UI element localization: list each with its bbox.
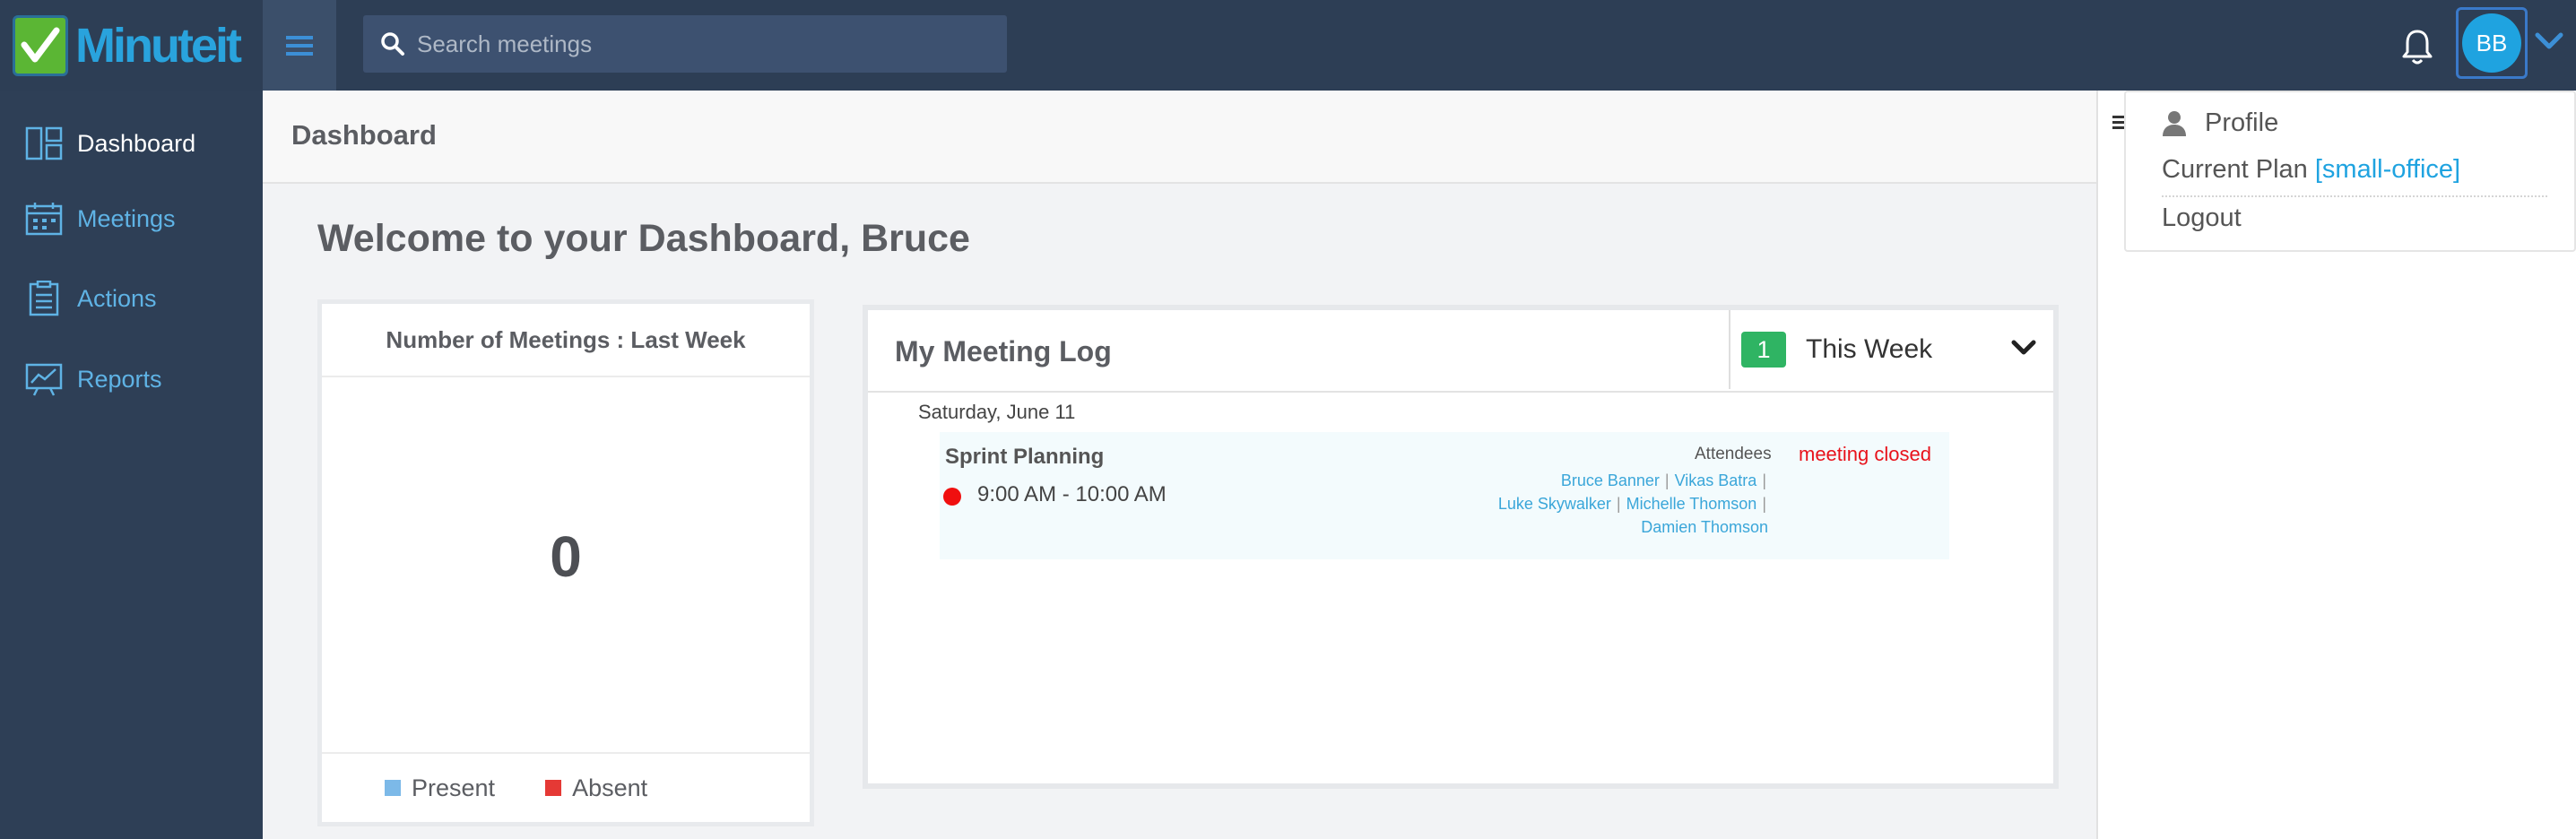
- meeting-log-card: My Meeting Log 1 This Week Saturday, Jun…: [863, 305, 2059, 789]
- attendee-link[interactable]: Bruce Banner: [1561, 471, 1660, 489]
- sidebar-item-label: Dashboard: [77, 129, 196, 157]
- user-menu-dropdown: Profile Current Plan [small-office] Logo…: [2124, 91, 2576, 252]
- legend-swatch: [545, 780, 562, 796]
- menu-item-label: Current Plan: [2162, 155, 2308, 184]
- legend-item-absent[interactable]: Absent: [545, 774, 647, 802]
- chart-icon: [25, 363, 63, 396]
- app-logo[interactable]: Minuteit: [0, 0, 263, 91]
- attendee-link[interactable]: Vikas Batra: [1675, 471, 1757, 489]
- app-name: Minuteit: [75, 18, 242, 73]
- meetings-count-value: 0: [550, 524, 582, 589]
- meetings-count-card: Number of Meetings : Last Week 0 Present…: [317, 299, 814, 826]
- menu-item-logout[interactable]: Logout: [2162, 203, 2242, 233]
- sidebar-item-dashboard[interactable]: Dashboard: [0, 112, 263, 175]
- avatar: BB: [2462, 13, 2521, 73]
- attendee-row: Bruce Banner | Vikas Batra |: [1560, 471, 1766, 489]
- dashboard-icon: [25, 126, 63, 160]
- logo-checkmark-icon: [13, 14, 68, 76]
- search-input[interactable]: [417, 30, 955, 58]
- sidebar-item-label: Actions: [77, 284, 157, 312]
- sidebar-item-label: Reports: [77, 365, 162, 393]
- sidebar-item-actions[interactable]: Actions: [0, 267, 263, 330]
- sidebar-item-reports[interactable]: Reports: [0, 348, 263, 411]
- log-date: Saturday, June 11: [918, 401, 1076, 423]
- legend-label: Absent: [572, 774, 648, 801]
- meeting-log-header: My Meeting Log 1 This Week: [868, 310, 2053, 393]
- meeting-time: 9:00 AM - 10:00 AM: [977, 482, 1167, 506]
- sidebar-item-meetings[interactable]: Meetings: [0, 187, 263, 250]
- meeting-count-badge: 1: [1741, 332, 1786, 368]
- status-dot-icon: [943, 488, 961, 506]
- attendee-row: Damien Thomson: [1641, 518, 1768, 537]
- plan-value: [small-office]: [2314, 155, 2461, 184]
- search-icon: [381, 32, 404, 56]
- list-icon[interactable]: [2112, 115, 2125, 131]
- sidebar-item-label: Meetings: [77, 204, 176, 232]
- clipboard-icon: [29, 281, 59, 316]
- legend-swatch: [385, 780, 401, 796]
- menu-item-profile[interactable]: Profile: [2162, 108, 2278, 138]
- sidebar: Dashboard Meetings Actions Reports: [0, 91, 263, 839]
- card-title: My Meeting Log: [895, 335, 1112, 368]
- attendees-label: Attendees: [1695, 445, 1772, 463]
- divider: [2162, 195, 2547, 197]
- attendee-row: Luke Skywalker | Michelle Thomson |: [1497, 495, 1766, 513]
- notification-bell-icon[interactable]: [2399, 27, 2435, 66]
- attendee-link[interactable]: Damien Thomson: [1641, 518, 1768, 536]
- search-bar: [363, 15, 1007, 73]
- attendee-link[interactable]: Luke Skywalker: [1498, 495, 1611, 513]
- legend-label: Present: [412, 774, 496, 801]
- period-filter-dropdown[interactable]: 1 This Week: [1729, 310, 2053, 389]
- page-header: Dashboard: [263, 91, 2096, 184]
- chevron-down-icon[interactable]: [2534, 30, 2564, 52]
- period-filter-label: This Week: [1806, 334, 1933, 364]
- attendee-link[interactable]: Michelle Thomson: [1626, 495, 1757, 513]
- welcome-heading: Welcome to your Dashboard, Bruce: [317, 217, 970, 260]
- meeting-title[interactable]: Sprint Planning: [945, 445, 1104, 470]
- user-avatar-button[interactable]: BB: [2456, 7, 2528, 79]
- card-title: Number of Meetings : Last Week: [322, 304, 810, 377]
- menu-item-current-plan[interactable]: Current Plan [small-office]: [2162, 155, 2460, 185]
- chart-legend: Present Absent: [322, 752, 810, 822]
- menu-item-label: Profile: [2205, 108, 2279, 137]
- user-icon: [2163, 110, 2186, 136]
- meeting-entry[interactable]: Sprint Planning 9:00 AM - 10:00 AM Atten…: [940, 432, 1949, 559]
- page-title: Dashboard: [291, 119, 437, 151]
- chevron-down-icon: [2011, 340, 2036, 355]
- hamburger-icon: [286, 35, 313, 56]
- status-badge: meeting closed: [1799, 443, 1931, 465]
- menu-toggle-button[interactable]: [263, 0, 336, 91]
- legend-item-present[interactable]: Present: [385, 774, 495, 802]
- calendar-icon: [25, 203, 63, 236]
